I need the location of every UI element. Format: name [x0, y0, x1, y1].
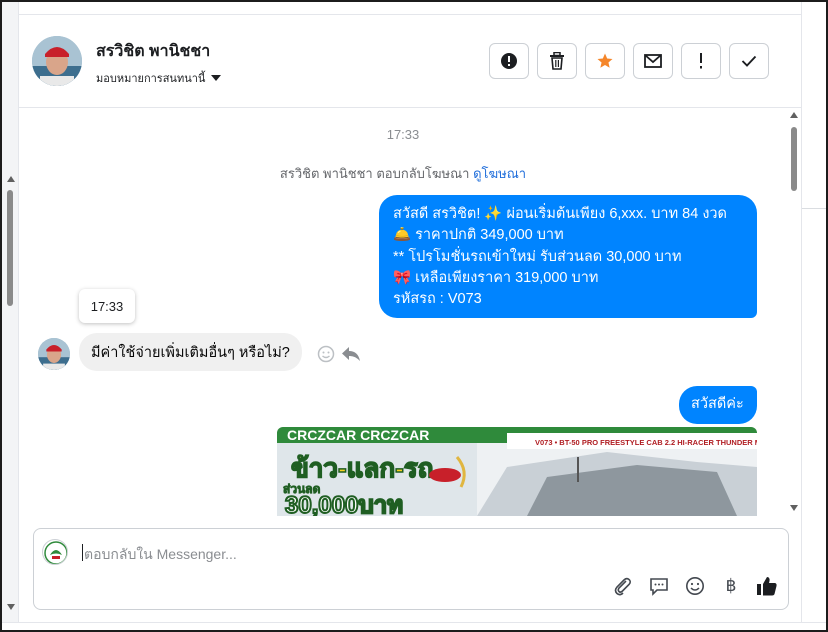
report-spam-button[interactable] [489, 43, 529, 79]
side-divider [802, 208, 826, 209]
message-tools [317, 345, 361, 363]
emoji-icon[interactable] [684, 575, 706, 597]
check-icon [741, 55, 757, 67]
header-actions [489, 43, 769, 79]
exclamation-circle-icon [501, 53, 517, 69]
view-ad-link[interactable]: ดูโฆษณา [473, 166, 526, 181]
incoming-message[interactable]: มีค่าใช้จ่ายเพิ่มเติมอื่นๆ หรือไม่? [79, 333, 302, 371]
assign-conversation-dropdown[interactable]: มอบหมายการสนทนานี้ [96, 69, 222, 87]
scroll-up-arrow-icon[interactable] [7, 176, 15, 182]
chevron-down-icon [211, 75, 222, 81]
thumbs-up-icon[interactable] [756, 575, 778, 597]
mark-unread-button[interactable] [633, 43, 673, 79]
star-icon [597, 53, 613, 68]
reply-arrow-icon[interactable] [341, 345, 361, 363]
message-line: ** โปรโมชั่นรถเข้าใหม่ รับส่วนลด 30,000 … [393, 248, 682, 265]
text-cursor [82, 544, 83, 561]
side-area [802, 2, 826, 630]
ad-banner-text: V073 • BT-50 PRO FREESTYLE CAB 2.2 HI-RA… [535, 438, 757, 447]
mark-done-button[interactable] [729, 43, 769, 79]
conversation-scrollbar[interactable] [787, 109, 801, 516]
message-line: รหัสรถ : V073 [393, 291, 482, 308]
page-avatar [42, 539, 68, 565]
scroll-down-arrow-icon[interactable] [790, 505, 798, 511]
message-line: 🛎️ ราคาปกติ 349,000 บาท [393, 227, 564, 244]
outer-scrollbar[interactable] [4, 172, 16, 622]
scroll-thumb[interactable] [7, 190, 13, 306]
app-window: สรวิชิต พานิชชา มอบหมายการสนทนานี้ 17:33… [0, 0, 828, 632]
time-tooltip: 17:33 [79, 289, 135, 323]
ad-reply-note: สรวิชิต พานิชชา ตอบกลับโฆษณา ดูโฆษณา [19, 163, 787, 184]
ad-reply-text: สรวิชิต พานิชชา ตอบกลับโฆษณา [279, 166, 474, 181]
saved-replies-icon[interactable] [648, 575, 670, 597]
outgoing-ad-message[interactable]: สวัสดี สรวิชิต! ✨ ผ่อนเริ่มต้นเพียง 6,xx… [379, 195, 757, 318]
contact-name[interactable]: สรวิชิต พานิชชา [96, 39, 210, 64]
envelope-icon [644, 54, 662, 68]
header-divider [19, 14, 801, 15]
ad-brand-text: CRCZCAR CRCZCAR [287, 427, 429, 443]
scroll-thumb[interactable] [791, 127, 797, 191]
reply-composer[interactable]: ตอบกลับใน Messenger... ฿ [33, 528, 789, 610]
follow-up-button[interactable] [681, 43, 721, 79]
message-timestamp: 17:33 [386, 127, 420, 142]
scroll-up-arrow-icon[interactable] [790, 112, 798, 118]
conversation-panel: สรวิชิต พานิชชา มอบหมายการสนทนานี้ 17:33… [18, 2, 802, 630]
message-line: 🎀 เหลือเพียงราคา 319,000 บาท [393, 269, 599, 286]
payment-baht-icon[interactable]: ฿ [720, 575, 742, 597]
message-list[interactable]: 17:33 สรวิชิต พานิชชา ตอบกลับโฆษณา ดูโฆษ… [19, 109, 787, 516]
message-input[interactable]: ตอบกลับใน Messenger... [84, 544, 237, 566]
bottom-bar [2, 622, 826, 630]
outgoing-greeting[interactable]: สวัสดีค่ะ [679, 386, 757, 424]
ad-image-attachment[interactable]: CRCZCAR CRCZCAR V073 • BT-50 PRO FREESTY… [277, 427, 757, 516]
scroll-down-arrow-icon[interactable] [7, 604, 15, 610]
contact-avatar-small[interactable] [38, 338, 70, 370]
composer-tools: ฿ [612, 575, 778, 597]
contact-avatar[interactable] [32, 36, 82, 86]
exclamation-icon [700, 53, 702, 69]
delete-button[interactable] [537, 43, 577, 79]
conversation-header: สรวิชิต พานิชชา มอบหมายการสนทนานี้ [19, 2, 801, 108]
ad-headline: ข้าว-แลก-รถ [291, 453, 433, 483]
assign-label: มอบหมายการสนทนานี้ [96, 73, 206, 85]
ad-discount-value: 30,000บาท [285, 492, 403, 516]
attach-paperclip-icon[interactable] [612, 575, 634, 597]
react-smiley-icon[interactable] [317, 345, 335, 363]
trash-icon [550, 52, 564, 70]
star-button[interactable] [585, 43, 625, 79]
message-line: สวัสดี สรวิชิต! ✨ ผ่อนเริ่มต้นเพียง 6,xx… [393, 206, 727, 222]
